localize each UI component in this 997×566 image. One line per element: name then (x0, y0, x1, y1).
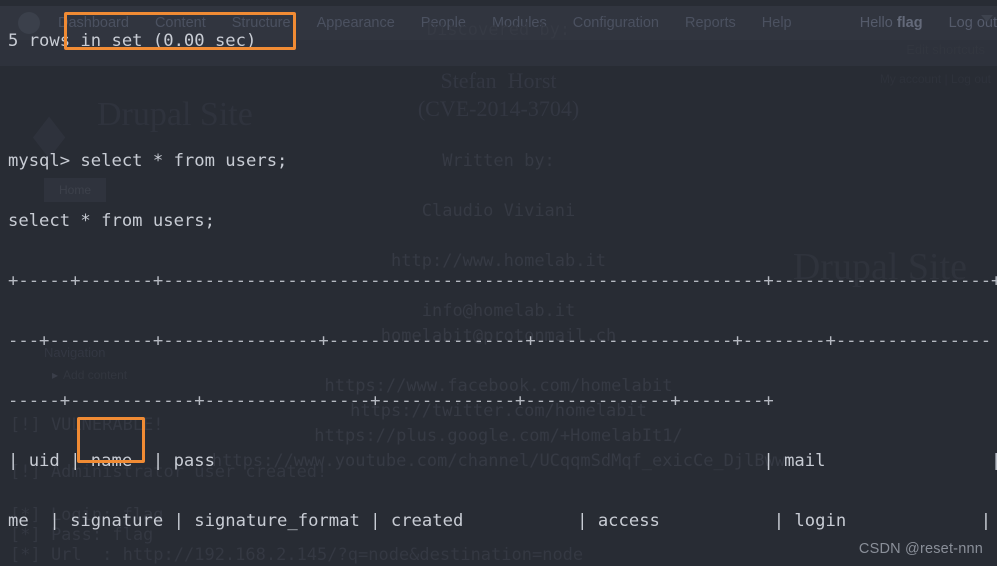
csdn-watermark: CSDN @reset-nnn (858, 541, 983, 557)
banner-line-11: info@homelab.it (421, 301, 576, 321)
banner-line-16: https://plus.google.com/+HomelabIt1/ (314, 426, 683, 446)
site-title-small: Drupal Site (97, 96, 253, 133)
toolbar-item-appearance[interactable]: Appearance (317, 15, 395, 31)
toolbar-item-help[interactable]: Help (762, 15, 792, 31)
screenshot-root: Dashboard Content Structure Appearance P… (0, 0, 997, 566)
banner-line-9: http://www.homelab.it (391, 251, 606, 271)
toolbar-item-modules[interactable]: Modules (492, 15, 547, 31)
banner-line-15: https://twitter.com/homelabit (350, 401, 647, 421)
annotation-box-query (64, 12, 296, 50)
edit-shortcuts-link[interactable]: Edit shortcuts (906, 42, 985, 57)
exploit-log-pass: [*] Pass: flag (10, 525, 154, 545)
site-title-large: Drupal Site (792, 246, 967, 288)
toolbar-item-reports[interactable]: Reports (685, 15, 736, 31)
home-button[interactable]: Home (44, 178, 106, 202)
exploit-log-admin-created: [!] Administrator user created! (10, 462, 328, 482)
chevron-down-icon[interactable] (981, 15, 993, 22)
drupal-logo-icon (18, 12, 40, 34)
banner-line-5: Written by: (442, 151, 555, 171)
exploit-log-login: [*] Login: flag (10, 505, 164, 525)
toolbar-drag-dots-icon (2, 39, 5, 54)
toolbar-greeting: Hello flag (860, 15, 923, 31)
navigation-item-add-content[interactable]: Add content (52, 368, 127, 382)
drupalgeddon-banner: Discovered by: Stefan Horst (CVE-2014-37… (0, 18, 997, 474)
exploit-log-url: [*] Url : http://192.168.2.145/?q=node&d… (10, 545, 584, 565)
banner-line-17: https://www.youtube.com/channel/UCqqmSdM… (211, 451, 786, 471)
terminal-rule: -----+------------+----------------+----… (8, 391, 774, 411)
toolbar-item-people[interactable]: People (421, 15, 466, 31)
terminal-rule: +-----+-------+-------------------------… (8, 271, 997, 291)
terminal-line-query-echo: mysql> select * from users; (8, 151, 288, 171)
mysql-terminal-output: 5 rows in set (0.00 sec) mysql> select *… (0, 0, 997, 566)
terminal-rule: ---+----------+---------------+---------… (8, 331, 992, 351)
terminal-header-row: | uid | name | pass | mail | the (8, 451, 997, 471)
drupal-droplet-icon: ♦ (28, 98, 71, 180)
background-ghost-layer: Dashboard Content Structure Appearance P… (0, 0, 997, 566)
terminal-line: select * from users; (8, 211, 215, 231)
navigation-heading: Navigation (44, 345, 106, 360)
annotation-box-flag-user (77, 417, 145, 463)
banner-line-2: Stefan Horst (440, 68, 557, 93)
toolbar-greeting-prefix: Hello (859, 15, 897, 31)
banner-line-7: Claudio Viviani (421, 201, 576, 221)
banner-line-0: Discovered by: (426, 20, 571, 40)
toolbar-logout-link[interactable]: Log out (949, 15, 997, 31)
toolbar-item-configuration[interactable]: Configuration (573, 15, 659, 31)
my-account-links[interactable]: My account | Log out (880, 72, 991, 86)
banner-line-3: (CVE-2014-3704) (417, 96, 580, 121)
toolbar-greeting-user: flag (896, 15, 923, 31)
banner-line-12: homelabit@protonmail.ch (380, 326, 617, 346)
banner-line-14: https://www.facebook.com/homelabit (324, 376, 673, 396)
terminal-header-row: me | signature | signature_format | crea… (8, 511, 992, 531)
